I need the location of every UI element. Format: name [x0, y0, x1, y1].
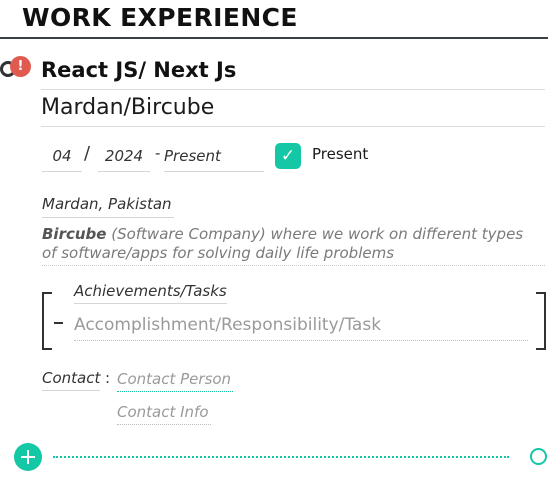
date-range-separator: - [155, 144, 161, 162]
present-label: Present [312, 145, 369, 163]
plus-circle-icon[interactable] [14, 443, 42, 471]
role-title-field[interactable]: React JS/ Next Js [41, 58, 236, 82]
description-underline [42, 265, 545, 266]
add-entry-rule [53, 456, 509, 458]
timeline-end-icon[interactable] [530, 448, 547, 465]
exclamation-icon[interactable]: ! [10, 56, 31, 77]
task-bullet-icon [54, 322, 63, 324]
present-checkbox[interactable]: ✓ [275, 143, 301, 169]
achievements-heading-field[interactable]: Achievements/Tasks [74, 281, 227, 304]
company-field[interactable]: Mardan/Bircube [41, 95, 214, 120]
start-month-field[interactable]: 04 [42, 143, 82, 172]
contact-colon: : [105, 369, 111, 387]
section-divider [0, 37, 548, 39]
achievements-bracket-right [536, 292, 546, 350]
role-underline [41, 89, 545, 90]
contact-person-field[interactable]: Contact Person [117, 369, 234, 392]
description-company: Bircube [42, 225, 107, 243]
contact-label-field[interactable]: Contact [42, 368, 101, 391]
start-year-field[interactable]: 2024 [98, 143, 150, 172]
checkmark-icon: ✓ [280, 146, 296, 166]
description-field[interactable]: Bircube (Software Company) where we work… [42, 225, 542, 263]
contact-info-field[interactable]: Contact Info [117, 402, 211, 425]
location-field[interactable]: Mardan, Pakistan [42, 193, 174, 218]
description-text: (Software Company) where we work on diff… [42, 225, 524, 262]
date-separator: / [84, 143, 91, 164]
section-title: WORK EXPERIENCE [22, 3, 298, 32]
task-input[interactable]: Accomplishment/Responsibility/Task [74, 313, 528, 341]
company-underline [41, 126, 545, 127]
end-date-field[interactable]: Present [164, 143, 264, 172]
achievements-bracket-left [42, 292, 52, 350]
